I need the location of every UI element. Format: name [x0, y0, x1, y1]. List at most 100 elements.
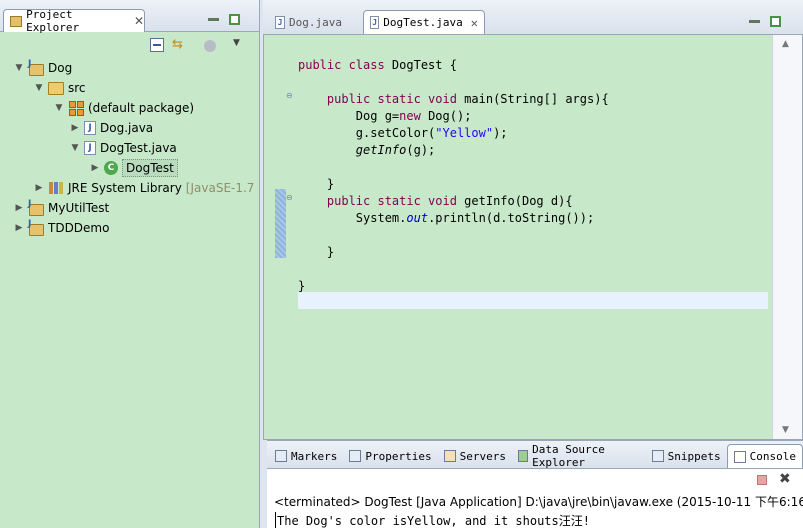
tree-item-label: Dog: [48, 61, 73, 75]
tab-servers[interactable]: Servers: [438, 444, 512, 468]
tab-dogtest-java[interactable]: J DogTest.java ✕: [363, 10, 485, 34]
expand-toggle-icon[interactable]: ▼: [14, 63, 24, 73]
tree-item[interactable]: ▼ Dog: [0, 58, 260, 78]
java-file-icon: J: [84, 121, 96, 135]
bottom-tab-bar: Markers Properties Servers Data Source E…: [267, 441, 803, 469]
explorer-toolbar: ⇆ ▼: [0, 32, 259, 56]
tab-snippets[interactable]: Snippets: [646, 444, 727, 468]
view-menu-chevron-down-icon[interactable]: ▼: [233, 38, 247, 52]
remove-launch-icon[interactable]: ✖: [779, 471, 791, 487]
explorer-tab-bar: Project Explorer ✕: [0, 0, 259, 34]
terminate-icon[interactable]: [757, 475, 767, 485]
editor-vertical-scrollbar[interactable]: ▲ ▼: [772, 35, 802, 439]
tree-item-label: JRE System Library: [68, 181, 182, 195]
maximize-editor-button[interactable]: [770, 16, 781, 27]
collapse-all-icon[interactable]: [150, 38, 164, 52]
markers-icon: [275, 450, 287, 462]
console-status-line: <terminated> DogTest [Java Application] …: [274, 495, 803, 509]
class-icon: C: [104, 161, 118, 175]
java-file-icon: J: [370, 16, 380, 29]
properties-icon: [349, 450, 362, 462]
scroll-down-icon[interactable]: ▼: [782, 425, 789, 435]
project-explorer-tab-label: Project Explorer: [26, 8, 80, 34]
tree-item-suffix: [JavaSE-1.7: [185, 181, 255, 195]
snippets-icon: [651, 450, 664, 462]
tree-item[interactable]: ▶ J Dog.java: [0, 118, 260, 138]
source-folder-icon: [48, 80, 64, 96]
code-editor[interactable]: ⊖ ⊖ public class DogTest { public static…: [263, 34, 803, 440]
tab-label: Data Source Explorer: [532, 443, 605, 469]
fold-marker-icon[interactable]: ⊖: [286, 193, 293, 202]
code-line: System.out.println(d.toString());: [355, 211, 595, 225]
tree-item-label: DogTest: [122, 159, 178, 177]
change-marker: [275, 189, 286, 258]
project-explorer-tab[interactable]: Project Explorer ✕: [3, 8, 145, 34]
tree-item[interactable]: ▼ src: [0, 78, 260, 98]
tab-label: DogTest.java: [383, 16, 463, 29]
code-text: public class DogTest { public static voi…: [298, 57, 609, 295]
fold-marker-icon[interactable]: ⊖: [286, 91, 293, 100]
library-icon: [48, 180, 64, 196]
minimize-view-button[interactable]: [208, 18, 219, 21]
expand-toggle-icon[interactable]: ▶: [90, 163, 100, 173]
console-output[interactable]: The Dog's color isYellow, and it shouts汪…: [275, 512, 590, 528]
project-explorer-icon: [10, 15, 23, 27]
view-menu-extra-icon[interactable]: [204, 40, 216, 52]
code-line: getInfo(g);: [355, 143, 436, 157]
tab-label: Dog.java: [289, 15, 342, 29]
tree-item[interactable]: ▼ (default package): [0, 98, 260, 118]
code-line: g.setColor("Yellow");: [355, 126, 508, 140]
expand-toggle-icon[interactable]: ▼: [70, 143, 80, 153]
project-tree: ▼ Dog ▼ src ▼ (default package) ▶ J Dog.…: [0, 58, 260, 238]
editor-area: J Dog.java J DogTest.java ✕ ⊖ ⊖ public c…: [263, 0, 803, 440]
tab-data-source-explorer[interactable]: Data Source Explorer: [512, 443, 646, 469]
editor-tab-bar: J Dog.java J DogTest.java ✕: [263, 0, 803, 34]
console-icon: [733, 450, 746, 463]
tree-item[interactable]: ▶ TDDDemo: [0, 218, 260, 238]
code-line: }: [326, 177, 335, 191]
link-with-editor-icon[interactable]: ⇆: [172, 38, 186, 52]
project-explorer-view: Project Explorer ✕ ⇆ ▼ ▼ Dog ▼ src ▼: [0, 0, 260, 528]
code-line: }: [326, 245, 335, 259]
maximize-view-button[interactable]: [229, 14, 240, 25]
tab-label: Snippets: [667, 449, 721, 463]
minimize-editor-button[interactable]: [749, 20, 760, 23]
close-icon[interactable]: ✕: [471, 16, 478, 30]
tab-markers[interactable]: Markers: [269, 444, 343, 468]
tree-item[interactable]: ▼ J DogTest.java: [0, 138, 260, 158]
code-line: public class DogTest {: [298, 58, 457, 72]
tab-console[interactable]: Console: [726, 444, 803, 468]
expand-toggle-icon[interactable]: ▼: [34, 83, 44, 93]
package-icon: [68, 100, 84, 116]
close-icon[interactable]: ✕: [134, 14, 144, 28]
expand-toggle-icon[interactable]: ▶: [14, 203, 24, 213]
expand-toggle-icon[interactable]: ▼: [54, 103, 64, 113]
tab-dog-java[interactable]: J Dog.java: [269, 10, 357, 34]
tab-label: Servers: [459, 449, 506, 463]
tab-label: Console: [749, 450, 796, 463]
java-project-icon: [28, 219, 44, 236]
data-source-icon: [517, 450, 529, 462]
tree-item[interactable]: ▶ MyUtilTest: [0, 198, 260, 218]
code-line: public static void main(String[] args){: [326, 92, 609, 106]
tree-item-label: src: [68, 81, 86, 95]
tree-item[interactable]: ▶ JRE System Library [JavaSE-1.7: [0, 178, 260, 198]
tree-item-label: DogTest.java: [100, 141, 177, 155]
expand-toggle-icon[interactable]: ▶: [70, 123, 80, 133]
console-toolbar: ✖: [267, 469, 803, 491]
code-line: public static void getInfo(Dog d){: [326, 194, 573, 208]
expand-toggle-icon[interactable]: ▶: [34, 183, 44, 193]
java-project-icon: [28, 59, 44, 76]
tree-item-label: MyUtilTest: [48, 201, 110, 215]
java-file-icon: J: [84, 141, 96, 155]
editor-gutter: ⊖ ⊖: [264, 35, 293, 439]
tree-item-label: TDDDemo: [48, 221, 110, 235]
java-file-icon: J: [275, 15, 285, 29]
tree-item-label: (default package): [88, 101, 195, 115]
tab-properties[interactable]: Properties: [343, 444, 437, 468]
expand-toggle-icon[interactable]: ▶: [14, 223, 24, 233]
scroll-up-icon[interactable]: ▲: [782, 39, 789, 49]
tree-item-selected[interactable]: ▶ C DogTest: [0, 158, 260, 178]
